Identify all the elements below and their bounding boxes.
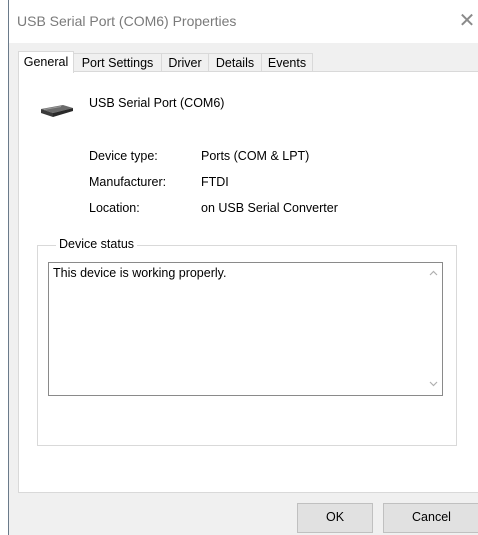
manufacturer-value: FTDI bbox=[201, 175, 229, 189]
device-status-group: Device status This device is working pro… bbox=[37, 237, 457, 446]
device-status-text: This device is working properly. bbox=[53, 266, 227, 280]
tab-general[interactable]: General bbox=[18, 51, 74, 73]
properties-dialog: USB Serial Port (COM6) Properties ✕ Gene… bbox=[0, 0, 478, 535]
window-title: USB Serial Port (COM6) Properties bbox=[17, 13, 237, 29]
close-icon[interactable]: ✕ bbox=[456, 10, 478, 32]
tab-port-settings[interactable]: Port Settings bbox=[73, 53, 162, 72]
device-name: USB Serial Port (COM6) bbox=[89, 96, 225, 110]
device-type-value: Ports (COM & LPT) bbox=[201, 149, 310, 163]
usb-serial-port-icon bbox=[41, 105, 73, 117]
general-tab-panel: USB Serial Port (COM6) Device type: Port… bbox=[18, 71, 478, 493]
device-type-label: Device type: bbox=[89, 149, 158, 163]
status-scrollbar[interactable] bbox=[425, 263, 442, 395]
scroll-up-icon[interactable] bbox=[429, 269, 438, 278]
tab-events[interactable]: Events bbox=[261, 53, 313, 72]
dialog-body: General Port Settings Driver Details Eve… bbox=[9, 43, 478, 535]
manufacturer-label: Manufacturer: bbox=[89, 175, 167, 189]
title-bar[interactable]: USB Serial Port (COM6) Properties ✕ bbox=[9, 0, 478, 43]
device-status-textbox[interactable]: This device is working properly. bbox=[48, 262, 443, 396]
location-value: on USB Serial Converter bbox=[201, 201, 338, 215]
scroll-down-icon[interactable] bbox=[429, 379, 438, 388]
location-label: Location: bbox=[89, 201, 140, 215]
tab-details[interactable]: Details bbox=[208, 53, 262, 72]
device-status-legend: Device status bbox=[56, 237, 138, 251]
ok-button[interactable]: OK bbox=[297, 503, 373, 533]
cancel-button[interactable]: Cancel bbox=[383, 503, 478, 533]
tab-driver[interactable]: Driver bbox=[161, 53, 209, 72]
